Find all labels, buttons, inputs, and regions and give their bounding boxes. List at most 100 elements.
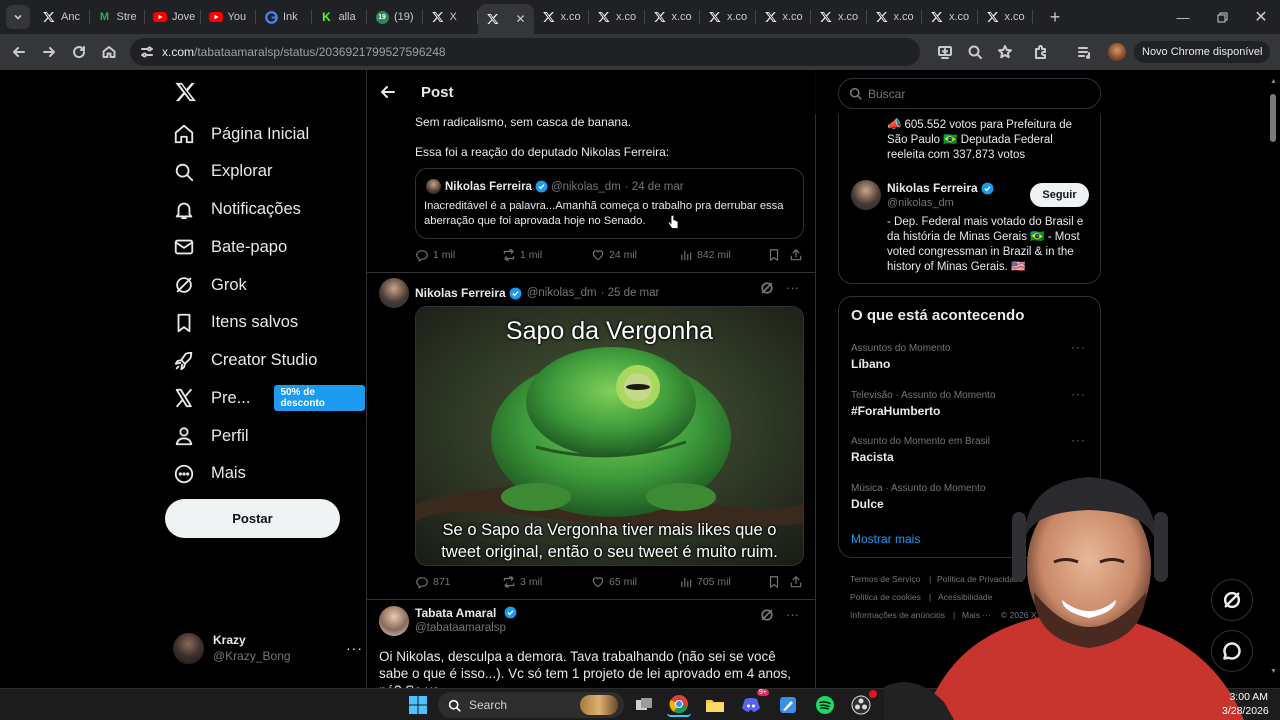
browser-tab[interactable]: x.co <box>978 0 1034 34</box>
like-button[interactable]: 24 mil <box>591 248 637 262</box>
nav-item-mail[interactable]: Bate-papo <box>173 229 287 265</box>
more-options-icon[interactable]: ··· <box>786 280 799 295</box>
follow-button[interactable]: Seguir <box>1030 183 1089 207</box>
browser-tab[interactable]: ✕ <box>478 4 534 34</box>
profile-avatar[interactable] <box>1108 43 1126 61</box>
trend-more-icon[interactable]: ··· <box>1071 387 1086 401</box>
repost-button[interactable]: 3 mil <box>502 575 542 589</box>
grok-icon[interactable] <box>760 608 774 622</box>
nav-item-person[interactable]: Perfil <box>173 418 249 454</box>
quoted-post[interactable]: Nikolas Ferreira @nikolas_dm · 24 de mar… <box>415 168 804 239</box>
back-button[interactable] <box>4 37 34 67</box>
reply-author-name[interactable]: Tabata Amaral <box>415 606 496 620</box>
view-button[interactable]: 842 mil <box>679 248 731 262</box>
address-bar[interactable]: x.com/tabataamaralsp/status/203692179952… <box>130 38 920 66</box>
discount-badge[interactable]: 50% de desconto <box>274 385 365 412</box>
like-button[interactable]: 65 mil <box>591 575 637 589</box>
browser-tab[interactable]: x.co <box>645 0 701 34</box>
new-tab-button[interactable]: + <box>1041 3 1069 31</box>
replie-button[interactable]: 1 mil <box>415 248 455 262</box>
browser-tab[interactable]: 19 (19) <box>367 0 423 34</box>
browser-tab[interactable]: X <box>423 0 479 34</box>
reply-avatar-1[interactable] <box>379 278 409 308</box>
zoom-button[interactable] <box>960 37 990 67</box>
back-arrow-icon[interactable] <box>379 81 401 103</box>
browser-tab[interactable]: x.co <box>534 0 590 34</box>
nav-item-grok[interactable]: Grok <box>173 267 247 303</box>
account-more-icon[interactable]: ··· <box>346 640 363 656</box>
media-control-button[interactable] <box>1070 37 1100 67</box>
browser-tab[interactable]: Jove <box>145 0 201 34</box>
task-view-button[interactable] <box>632 693 656 717</box>
nav-item-rocket[interactable]: Creator Studio <box>173 343 317 379</box>
trend-item[interactable]: #ForaHumberto <box>851 404 940 418</box>
minimize-button[interactable]: — <box>1164 0 1202 34</box>
extensions-button[interactable] <box>1026 37 1056 67</box>
share-button[interactable] <box>789 575 803 589</box>
repost-button[interactable]: 1 mil <box>502 248 542 262</box>
browser-tab[interactable]: Anc <box>34 0 90 34</box>
browser-tab[interactable]: x.co <box>756 0 812 34</box>
nav-item-search[interactable]: Explorar <box>173 154 272 190</box>
post-button[interactable]: Postar <box>165 499 340 538</box>
x-logo-icon[interactable] <box>175 82 197 104</box>
show-more-link[interactable]: Mostrar mais <box>851 532 920 546</box>
profile-avatar[interactable] <box>851 180 881 210</box>
nav-item-bookmark[interactable]: Itens salvos <box>173 305 298 341</box>
profile-name[interactable]: Nikolas Ferreira <box>887 181 978 195</box>
trend-more-icon[interactable]: ··· <box>1071 433 1086 447</box>
taskbar-search[interactable]: Search <box>438 692 624 718</box>
browser-tab[interactable]: x.co <box>811 0 867 34</box>
nav-item-more-circle[interactable]: Mais <box>173 456 246 492</box>
trend-more-icon[interactable]: ··· <box>1071 340 1086 354</box>
trend-item[interactable]: Racista <box>851 450 894 464</box>
more-options-icon[interactable]: ··· <box>786 607 799 622</box>
taskbar-file-explorer[interactable] <box>703 693 727 717</box>
browser-tab[interactable]: M Stre <box>90 0 146 34</box>
close-window-button[interactable]: ✕ <box>1242 0 1280 34</box>
cookies-link[interactable]: Política de cookies <box>850 592 921 602</box>
privacy-link[interactable]: Política de Privacidade <box>937 574 1023 584</box>
browser-tab[interactable]: x.co <box>700 0 756 34</box>
scroll-up-arrow[interactable]: ▲ <box>1270 78 1277 85</box>
forward-button[interactable] <box>34 37 64 67</box>
search-input[interactable]: Buscar <box>838 78 1101 109</box>
messages-fab[interactable] <box>1211 630 1253 672</box>
terms-link[interactable]: Termos de Serviço <box>850 574 920 584</box>
scroll-down-arrow[interactable]: ▼ <box>1270 668 1277 675</box>
scrollbar[interactable]: ▲ ▼ <box>1268 78 1278 678</box>
meme-image[interactable]: Sapo da Vergonha Se o Sapo da Vergonha t… <box>415 306 804 566</box>
reload-button[interactable] <box>64 37 94 67</box>
account-switcher[interactable]: Krazy @Krazy_Bong ··· <box>173 630 363 666</box>
nav-item-home[interactable]: Página Inicial <box>173 116 309 152</box>
bookmark-star-button[interactable] <box>990 37 1020 67</box>
trend-item[interactable]: Líbano <box>851 357 890 371</box>
taskbar-discord[interactable]: 9+ <box>739 689 769 717</box>
close-tab-icon[interactable]: ✕ <box>515 12 525 26</box>
browser-tab[interactable]: You <box>201 0 257 34</box>
nav-item-bell[interactable]: Notificações <box>173 192 301 228</box>
browser-tab[interactable]: Ink <box>256 0 312 34</box>
taskbar-chrome[interactable] <box>667 693 691 717</box>
tab-search-button[interactable] <box>6 5 30 29</box>
taskbar-spotify[interactable] <box>813 693 837 717</box>
bookmark-button[interactable] <box>767 575 781 589</box>
browser-tab[interactable]: x.co <box>922 0 978 34</box>
trend-item[interactable]: Dulce <box>851 497 884 511</box>
home-button[interactable] <box>94 37 124 67</box>
browser-tab[interactable]: x.co <box>867 0 923 34</box>
browser-tab[interactable]: x.co <box>589 0 645 34</box>
view-button[interactable]: 705 mil <box>679 575 731 589</box>
nav-item-x-premium[interactable]: Pre... 50% de desconto <box>173 380 365 416</box>
more-link[interactable]: Mais ··· <box>962 610 991 620</box>
taskbar-obs[interactable] <box>849 690 877 717</box>
reply-avatar-2[interactable] <box>379 605 409 636</box>
replie-button[interactable]: 871 <box>415 575 451 589</box>
system-clock[interactable]: 3:00 AM 3/28/2026 <box>1222 689 1280 718</box>
site-info-icon[interactable] <box>136 41 158 63</box>
start-button[interactable] <box>406 693 430 717</box>
taskbar-paint[interactable] <box>776 693 800 717</box>
share-button[interactable] <box>789 248 803 262</box>
restore-button[interactable] <box>1203 0 1241 34</box>
browser-tab[interactable]: Kalla <box>312 0 368 34</box>
